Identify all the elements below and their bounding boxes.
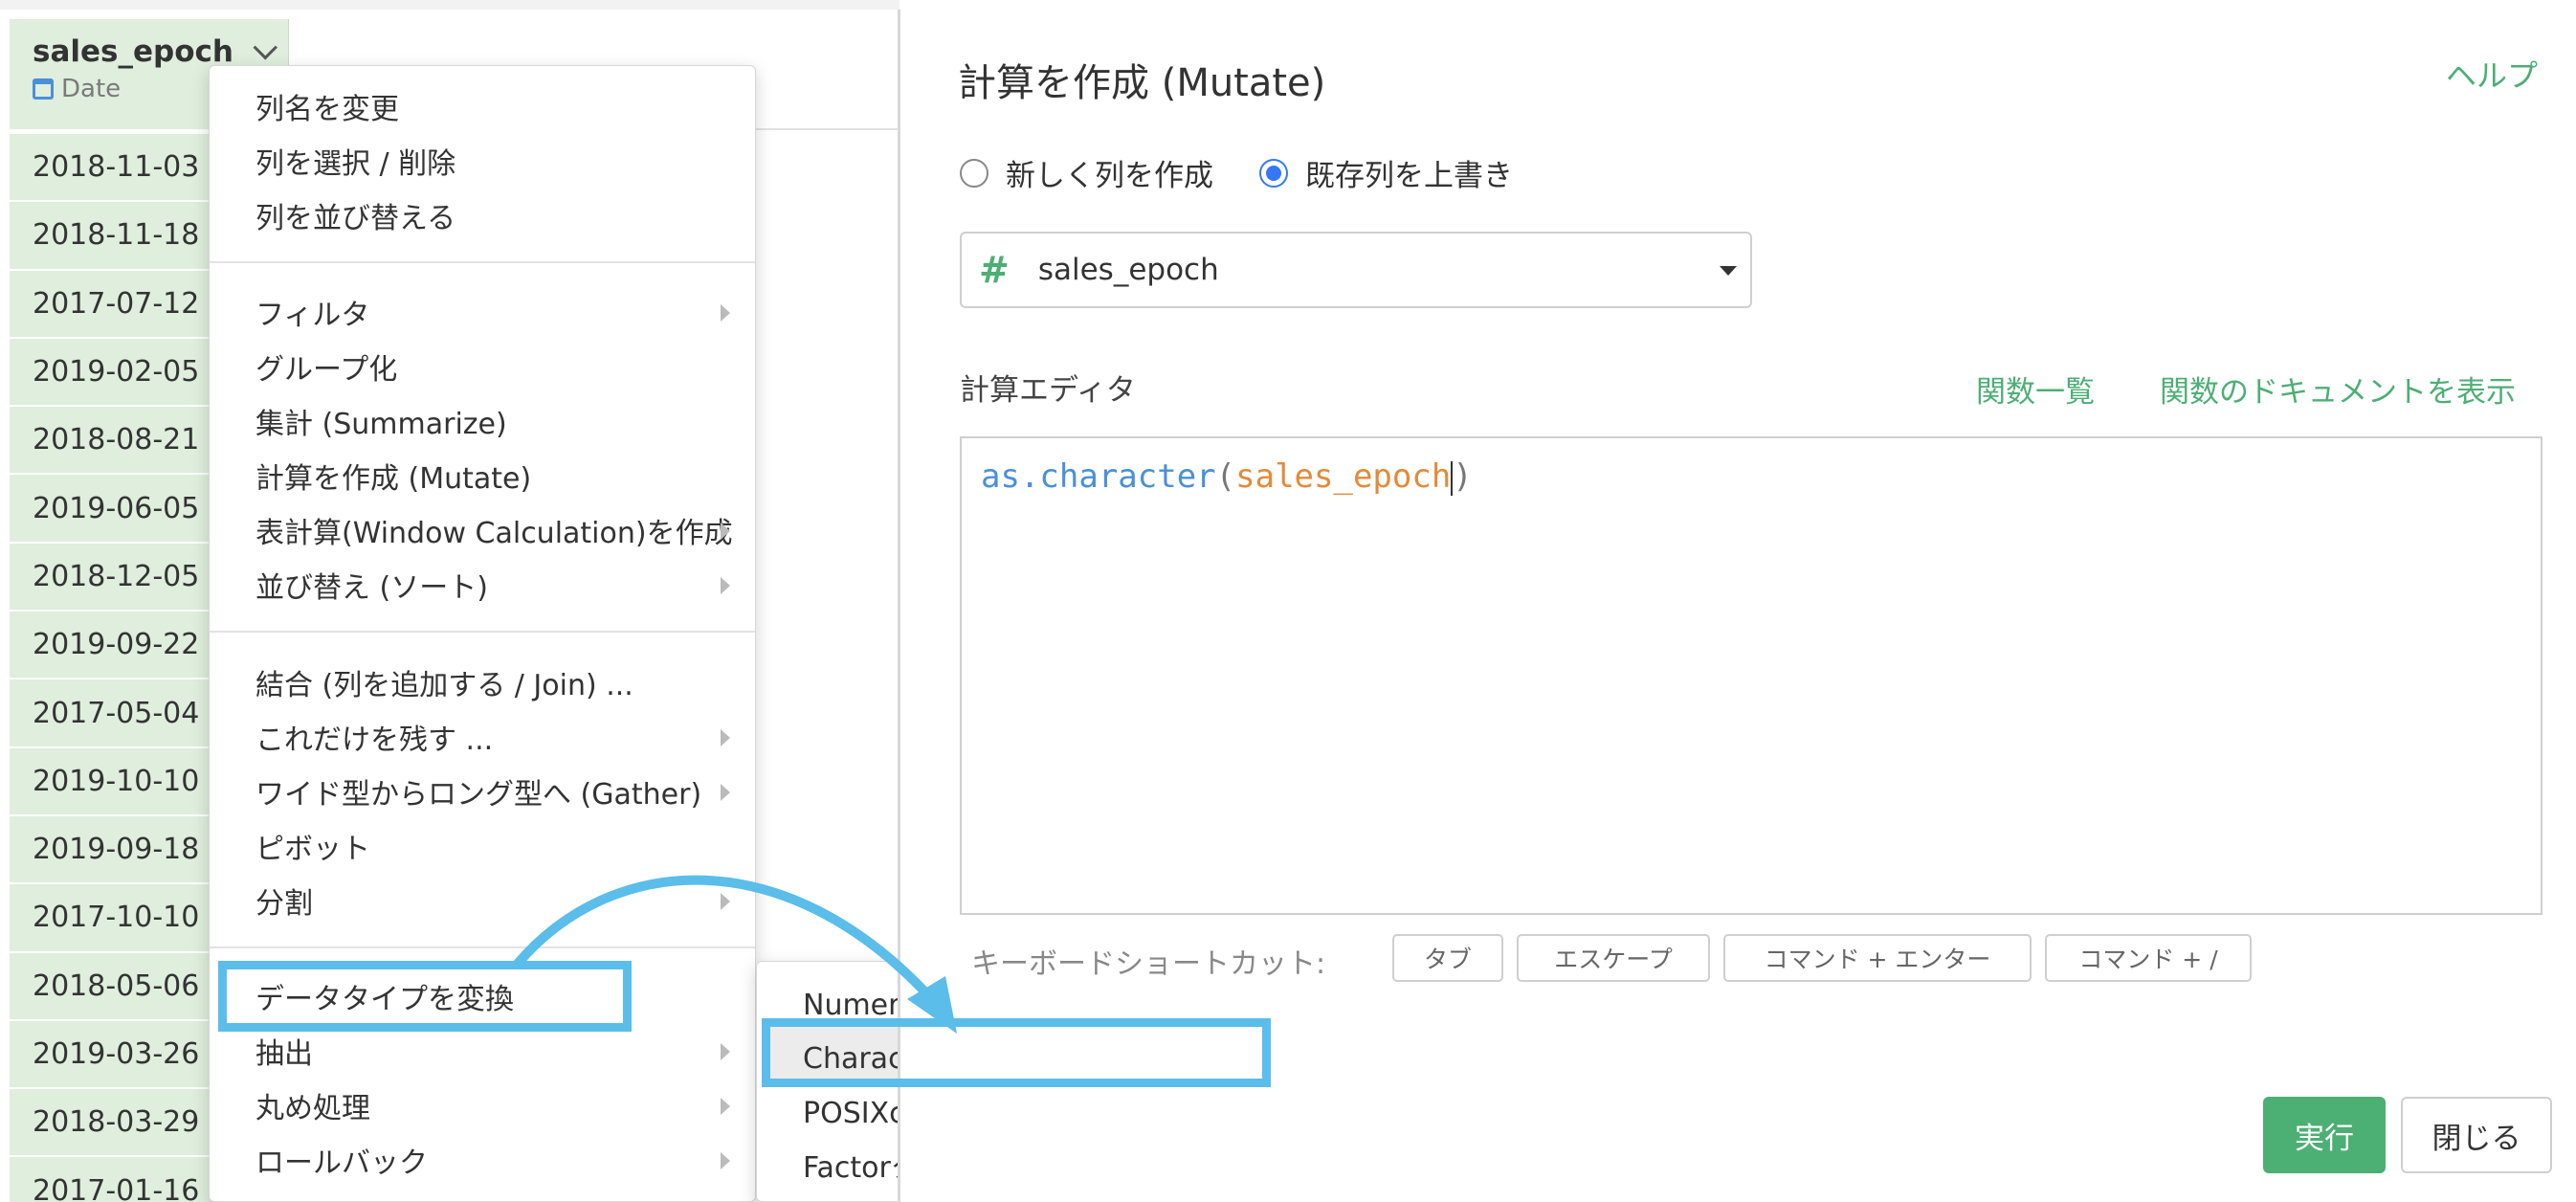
highlight-box-character	[762, 1018, 1271, 1087]
menu-divider	[210, 631, 755, 633]
menu-item-sort[interactable]: 並び替え (ソート)	[255, 564, 488, 606]
chevron-right-icon	[721, 1098, 730, 1115]
chevron-right-icon	[721, 1152, 730, 1169]
code-argument: sales_epoch	[1235, 457, 1452, 496]
selected-column-value: sales_epoch	[1037, 253, 1219, 287]
menu-item-window[interactable]: 表計算(Window Calculation)を作成	[255, 509, 733, 551]
column-select[interactable]: # sales_epoch	[960, 232, 1752, 308]
chevron-right-icon	[721, 523, 730, 540]
column-name: sales_epoch	[33, 34, 233, 69]
kbd-command-enter: コマンド + エンター	[1723, 934, 2032, 982]
dialog-title: 計算を作成 (Mutate)	[958, 61, 1326, 105]
menu-item-group[interactable]: グループ化	[255, 345, 397, 388]
function-list-link[interactable]: 関数一覧	[1976, 367, 2095, 411]
caret-down-icon	[1720, 266, 1737, 276]
menu-divider	[210, 261, 755, 263]
menu-item-rename[interactable]: 列名を変更	[255, 85, 399, 127]
chevron-right-icon	[721, 893, 730, 910]
kbd-escape: エスケープ	[1517, 934, 1710, 982]
run-button[interactable]: 実行	[2263, 1097, 2386, 1173]
chevron-right-icon	[721, 729, 730, 746]
radio-overwrite-column[interactable]	[1259, 158, 1288, 188]
chevron-right-icon	[721, 304, 730, 322]
radio-new-column-label: 新しく列を作成	[1006, 159, 1213, 193]
menu-item-round[interactable]: 丸め処理	[255, 1084, 370, 1126]
kbd-command-slash: コマンド + /	[2045, 934, 2252, 982]
function-docs-link[interactable]: 関数のドキュメントを表示	[2160, 367, 2516, 411]
help-link[interactable]: ヘルプ	[2446, 52, 2538, 96]
menu-item-reorder[interactable]: 列を並び替える	[255, 194, 455, 236]
menu-item-split[interactable]: 分割	[255, 879, 313, 922]
radio-new-column[interactable]	[960, 158, 988, 188]
editor-label: 計算エディタ	[960, 373, 1136, 408]
menu-item-summarize[interactable]: 集計 (Summarize)	[255, 400, 507, 442]
menu-item-rollback[interactable]: ロールバック	[255, 1139, 428, 1181]
radio-overwrite-column-label: 既存列を上書き	[1305, 159, 1513, 193]
kbd-tab: タブ	[1392, 934, 1503, 982]
menu-item-mutate[interactable]: 計算を作成 (Mutate)	[255, 455, 531, 497]
menu-item-gather[interactable]: ワイド型からロング型へ (Gather)	[255, 770, 701, 812]
code-paren-close: )	[1453, 457, 1473, 496]
menu-item-keep[interactable]: これだけを残す ...	[255, 716, 493, 758]
close-button[interactable]: 閉じる	[2401, 1097, 2552, 1173]
column-type: Date	[61, 75, 122, 103]
menu-item-extract[interactable]: 抽出	[255, 1030, 313, 1072]
menu-divider	[210, 946, 755, 948]
chevron-right-icon	[721, 1043, 730, 1060]
menu-item-select[interactable]: 列を選択 / 削除	[255, 140, 455, 182]
menu-item-filter[interactable]: フィルタ	[255, 291, 369, 333]
mode-radio-group: 新しく列を作成 既存列を上書き	[960, 151, 1513, 194]
chevron-right-icon	[721, 784, 730, 801]
numeric-type-icon: #	[979, 249, 1010, 291]
menu-item-join[interactable]: 結合 (列を追加する / Join) ...	[255, 661, 633, 703]
chevron-down-icon[interactable]	[253, 35, 278, 60]
code-paren-open: (	[1215, 457, 1236, 496]
code-function: as.character	[981, 457, 1216, 496]
shortcut-label: キーボードショートカット:	[971, 947, 1326, 981]
calendar-icon	[33, 78, 54, 100]
code-line: as.character(sales_epoch)	[981, 457, 1473, 496]
chevron-right-icon	[721, 577, 730, 594]
menu-item-pivot[interactable]: ピボット	[255, 825, 370, 867]
highlight-box-convert-type	[218, 961, 632, 1032]
code-editor[interactable]: as.character(sales_epoch)	[960, 436, 2543, 915]
